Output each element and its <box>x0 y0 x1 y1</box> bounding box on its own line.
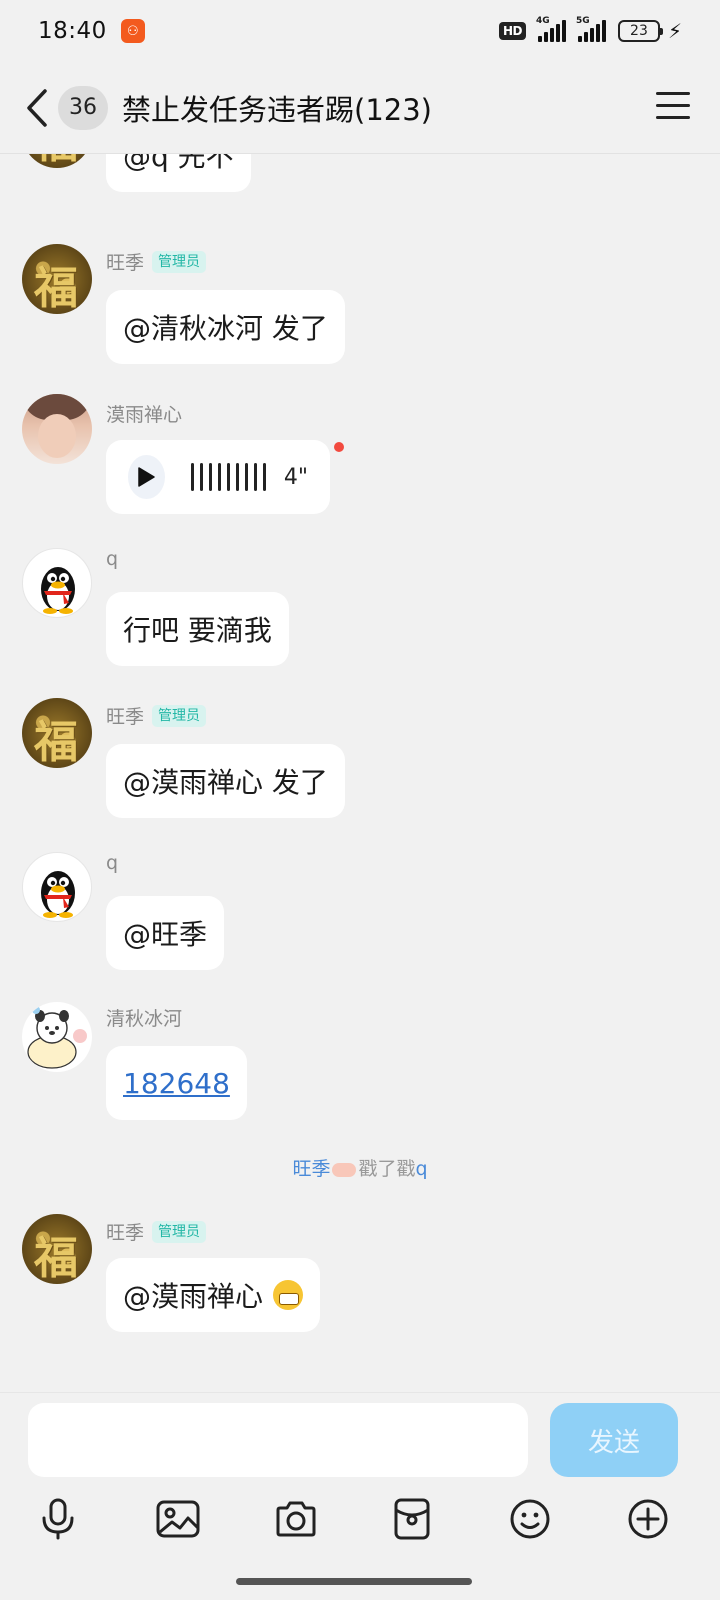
battery-icon: 23 <box>617 20 663 42</box>
poke-target[interactable]: q <box>415 1158 427 1180</box>
waveform-icon <box>190 463 266 491</box>
voice-duration: 4" <box>283 464 308 490</box>
sender-name: 清秋冰河 <box>106 1008 183 1030</box>
microphone-icon[interactable] <box>28 1489 88 1549</box>
camera-icon[interactable] <box>266 1489 326 1549</box>
message-list[interactable]: 福 @q 先不 福 旺季 管理员 @清秋冰河 发了 漠雨禅心 4" <box>0 154 720 1392</box>
message-text: @旺季 <box>123 918 208 951</box>
status-indicators: HD 4G 5G 23 ⚡ <box>498 16 682 43</box>
poke-action: 戳了戳 <box>358 1158 416 1180</box>
sender-name: 漠雨禅心 <box>106 404 183 426</box>
avatar[interactable]: 福 <box>22 154 92 168</box>
charging-icon: ⚡ <box>667 19 682 43</box>
chat-header: 36 禁止发任务违者踢(123) <box>0 62 720 154</box>
sender-name: 旺季 <box>106 1222 145 1244</box>
unread-dot <box>334 442 344 452</box>
avatar[interactable]: 福 <box>22 698 92 768</box>
battery-level: 23 <box>630 23 648 39</box>
grin-emoji-icon <box>273 1280 304 1310</box>
avatar[interactable] <box>22 394 92 464</box>
menu-icon[interactable] <box>656 92 690 122</box>
avatar[interactable] <box>22 1002 92 1072</box>
message-text: @漠雨禅心 发了 <box>123 766 328 799</box>
image-icon[interactable] <box>148 1489 208 1549</box>
poke-hand-icon <box>332 1162 357 1177</box>
voice-message-bubble[interactable]: 4" <box>106 440 330 514</box>
sender-name: 旺季 <box>106 252 145 274</box>
message-text: 行吧 要滴我 <box>123 614 272 647</box>
message-text: @q 先不 <box>123 154 234 173</box>
plus-icon[interactable] <box>618 1489 678 1549</box>
hd-voice-icon: HD <box>498 22 526 40</box>
message-text: @清秋冰河 发了 <box>123 312 328 345</box>
send-button[interactable]: 发送 <box>550 1403 678 1477</box>
emoji-icon[interactable] <box>500 1489 560 1549</box>
status-time: 18:40 <box>38 18 107 44</box>
sender-name: q <box>106 852 119 874</box>
message-bubble[interactable]: @旺季 <box>106 896 225 970</box>
app-notification-icon: ⚇ <box>120 19 145 43</box>
input-area: 发送 <box>0 1392 720 1600</box>
message-bubble[interactable]: 行吧 要滴我 <box>106 592 289 666</box>
sender-name: 旺季 <box>106 706 145 728</box>
message-input[interactable] <box>28 1403 528 1477</box>
sender-name: q <box>106 548 119 570</box>
message-text: @漠雨禅心 <box>123 1280 264 1313</box>
signal-5g-icon: 5G <box>576 16 606 42</box>
group-title: 禁止发任务违者踢(123) <box>122 92 432 127</box>
status-bar: 18:40 ⚇ HD 4G 5G 23 ⚡ <box>0 0 720 62</box>
avatar[interactable]: 福 <box>22 1214 92 1284</box>
admin-badge: 管理员 <box>152 250 207 273</box>
message-bubble[interactable]: @清秋冰河 发了 <box>106 290 345 364</box>
poke-actor[interactable]: 旺季 <box>292 1158 330 1180</box>
unread-count-badge[interactable]: 36 <box>58 85 108 130</box>
home-indicator[interactable] <box>236 1578 472 1585</box>
message-bubble[interactable]: 182648 <box>106 1046 247 1120</box>
avatar[interactable] <box>22 548 92 618</box>
input-toolbar <box>0 1489 720 1553</box>
message-bubble[interactable]: @漠雨禅心 <box>106 1258 321 1332</box>
admin-badge: 管理员 <box>152 1220 207 1243</box>
back-icon[interactable] <box>22 86 52 130</box>
admin-badge: 管理员 <box>152 704 207 727</box>
play-icon[interactable] <box>128 455 165 499</box>
message-bubble[interactable]: @漠雨禅心 发了 <box>106 744 345 818</box>
avatar[interactable] <box>22 852 92 922</box>
avatar[interactable]: 福 <box>22 244 92 314</box>
message-bubble[interactable]: @q 先不 <box>106 154 251 192</box>
red-packet-icon[interactable] <box>382 1489 442 1549</box>
system-notice: 旺季 戳了戳q <box>0 1154 720 1181</box>
number-link[interactable]: 182648 <box>123 1067 230 1100</box>
signal-4g-icon: 4G <box>536 16 566 42</box>
